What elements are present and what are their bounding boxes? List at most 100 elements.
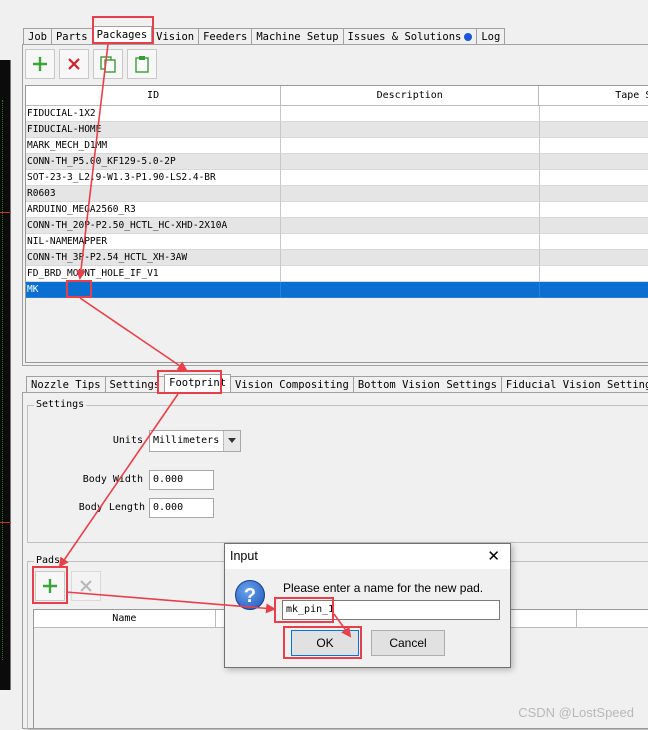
tab-issues-label: Issues & Solutions — [347, 31, 462, 43]
table-row[interactable]: CONN-TH_20P-P2.50_HCTL_HC-XHD-2X10A — [26, 218, 648, 234]
plus-icon — [33, 57, 47, 71]
chevron-down-icon — [223, 431, 240, 451]
package-description-cell[interactable] — [281, 218, 540, 234]
input-dialog: Input ✕ ? Please enter a name for the ne… — [224, 543, 511, 668]
package-tape-cell[interactable] — [539, 250, 648, 266]
package-tape-cell[interactable] — [539, 170, 648, 186]
package-tape-cell[interactable] — [539, 282, 648, 298]
package-id-cell[interactable]: MK — [26, 282, 282, 298]
package-description-cell[interactable] — [281, 106, 540, 122]
settings-legend: Settings — [34, 399, 87, 411]
packages-panel: ID Description Tape S FIDUCIAL-1X2 FIDUCI… — [22, 44, 648, 366]
delete-x-icon — [80, 580, 92, 592]
close-icon[interactable]: ✕ — [487, 547, 500, 565]
board-preview-strip — [0, 0, 12, 729]
package-id-cell[interactable]: FIDUCIAL-1X2 — [26, 106, 282, 122]
table-row[interactable]: R0603 — [26, 186, 648, 202]
board-preview — [0, 60, 11, 690]
package-id-cell[interactable]: CONN-TH_20P-P2.50_HCTL_HC-XHD-2X10A — [26, 218, 282, 234]
package-id-cell[interactable]: SOT-23-3_L2.9-W1.3-P1.90-LS2.4-BR — [26, 170, 282, 186]
package-tape-cell[interactable] — [539, 234, 648, 250]
column-header-tape[interactable]: Tape S — [539, 86, 648, 105]
delete-pad-button[interactable] — [71, 571, 101, 601]
table-row[interactable]: FIDUCIAL-HOME — [26, 122, 648, 138]
units-label: Units — [112, 435, 143, 446]
package-description-cell[interactable] — [281, 154, 540, 170]
table-row[interactable]: CONN-TH_3P-P2.54_HCTL_XH-3AW — [26, 250, 648, 266]
column-header-blank-2[interactable] — [577, 610, 648, 627]
column-header-description[interactable]: Description — [281, 86, 540, 105]
table-row[interactable]: MARK_MECH_D1MM — [26, 138, 648, 154]
table-row[interactable]: SOT-23-3_L2.9-W1.3-P1.90-LS2.4-BR — [26, 170, 648, 186]
package-id-cell[interactable]: FD_BRD_MOUNT_HOLE_IF_V1 — [26, 266, 282, 282]
body-length-field[interactable]: 0.000 — [149, 498, 214, 518]
new-package-button[interactable] — [25, 49, 55, 79]
table-row-empty — [26, 298, 648, 314]
package-description-cell[interactable] — [281, 122, 540, 138]
ok-button[interactable]: OK — [291, 630, 359, 656]
package-tape-cell[interactable] — [539, 106, 648, 122]
package-id-cell[interactable]: MARK_MECH_D1MM — [26, 138, 282, 154]
table-row-empty — [26, 330, 648, 346]
packages-toolbar — [25, 49, 157, 79]
package-tape-cell[interactable] — [539, 218, 648, 234]
package-tape-cell[interactable] — [539, 154, 648, 170]
body-width-label: Body Width — [82, 474, 143, 485]
delete-x-icon — [68, 58, 80, 70]
package-id-cell[interactable]: R0603 — [26, 186, 282, 202]
package-id-cell[interactable]: FIDUCIAL-HOME — [26, 122, 282, 138]
tab-packages[interactable]: Packages — [91, 26, 153, 46]
watermark: CSDN @LostSpeed — [518, 705, 634, 720]
dialog-title: Input — [230, 549, 258, 563]
package-id-cell[interactable]: NIL-NAMEMAPPER — [26, 234, 282, 250]
package-tape-cell[interactable] — [539, 186, 648, 202]
copy-package-button[interactable] — [93, 49, 123, 79]
main-tab-bar: Job Parts Packages Vision Feeders Machin… — [23, 26, 506, 46]
tab-footprint[interactable]: Footprint — [164, 374, 232, 394]
pads-legend: Pads — [34, 555, 63, 567]
units-value: Millimeters — [153, 435, 220, 446]
column-header-name[interactable]: Name — [34, 610, 216, 627]
package-description-cell[interactable] — [281, 138, 540, 154]
package-description-cell[interactable] — [281, 202, 540, 218]
package-tape-cell[interactable] — [539, 138, 648, 154]
package-tape-cell[interactable] — [539, 122, 648, 138]
table-row[interactable]: CONN-TH_P5.00_KF129-5.0-2P — [26, 154, 648, 170]
copy-icon — [100, 56, 116, 73]
package-detail-tab-bar: Nozzle Tips Settings Footprint Vision Co… — [26, 374, 648, 394]
package-description-cell[interactable] — [281, 234, 540, 250]
packages-table: ID Description Tape S FIDUCIAL-1X2 FIDUCI… — [25, 85, 648, 363]
body-width-field[interactable]: 0.000 — [149, 470, 214, 490]
table-row[interactable]: FIDUCIAL-1X2 — [26, 106, 648, 122]
units-select[interactable]: Millimeters — [149, 430, 241, 452]
table-row-empty — [26, 346, 648, 362]
table-row[interactable]: FD_BRD_MOUNT_HOLE_IF_V1 — [26, 266, 648, 282]
pad-name-input[interactable]: mk_pin_1 — [282, 600, 500, 620]
add-pad-button[interactable] — [35, 571, 65, 601]
dialog-titlebar: Input ✕ — [225, 544, 510, 569]
notification-dot-icon — [464, 33, 473, 41]
table-row[interactable]: NIL-NAMEMAPPER — [26, 234, 648, 250]
table-row-empty — [26, 314, 648, 330]
paste-icon — [135, 56, 149, 73]
package-tape-cell[interactable] — [539, 266, 648, 282]
package-id-cell[interactable]: CONN-TH_3P-P2.54_HCTL_XH-3AW — [26, 250, 282, 266]
column-header-id[interactable]: ID — [26, 86, 282, 105]
cancel-button[interactable]: Cancel — [371, 630, 445, 656]
package-description-cell[interactable] — [281, 186, 540, 202]
plus-icon — [43, 579, 57, 593]
body-length-label: Body Length — [78, 502, 145, 513]
table-row[interactable]: ARDUINO_MEGA2560_R3 — [26, 202, 648, 218]
packages-table-header: ID Description Tape S — [26, 86, 648, 106]
paste-package-button[interactable] — [127, 49, 157, 79]
package-description-cell[interactable] — [281, 170, 540, 186]
package-description-cell[interactable] — [281, 266, 540, 282]
package-id-cell[interactable]: CONN-TH_P5.00_KF129-5.0-2P — [26, 154, 282, 170]
package-description-cell[interactable] — [281, 282, 540, 298]
delete-package-button[interactable] — [59, 49, 89, 79]
package-description-cell[interactable] — [281, 250, 540, 266]
package-tape-cell[interactable] — [539, 202, 648, 218]
dialog-message: Please enter a name for the new pad. — [283, 581, 484, 595]
package-id-cell[interactable]: ARDUINO_MEGA2560_R3 — [26, 202, 282, 218]
table-row[interactable]: MK — [26, 282, 648, 298]
